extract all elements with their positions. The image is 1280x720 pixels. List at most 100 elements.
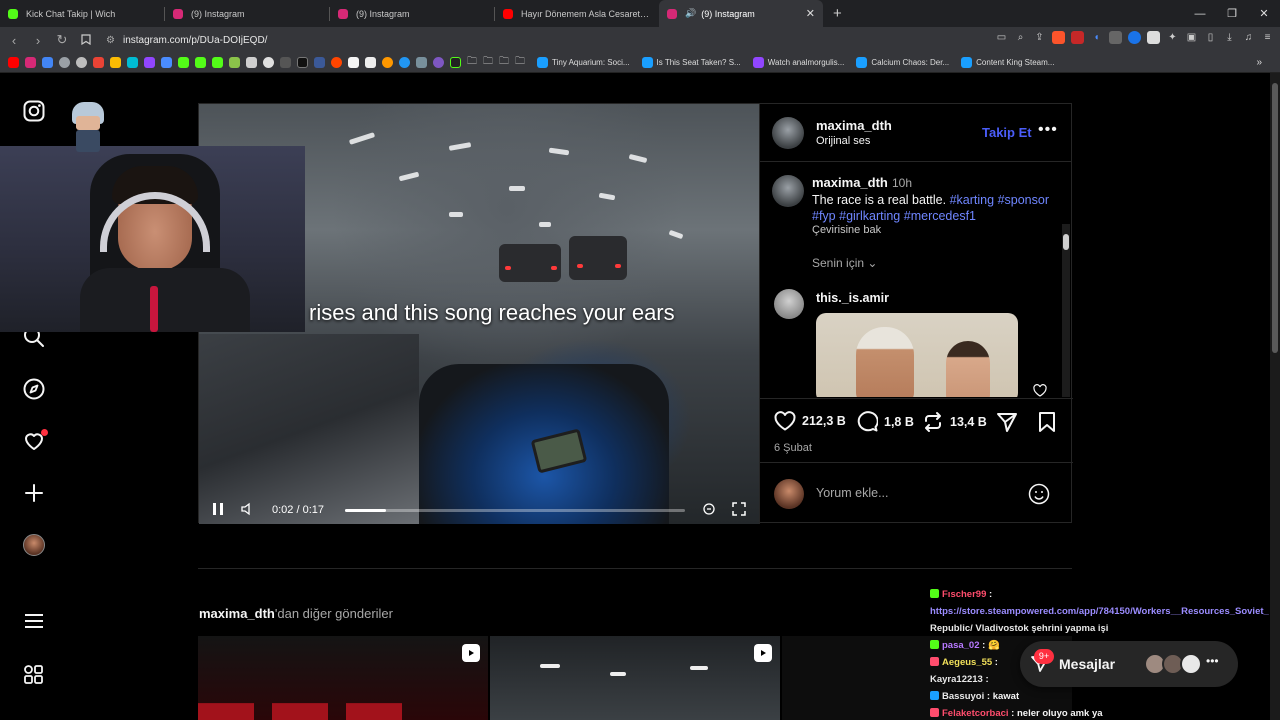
minimize-icon[interactable]: — [1184, 8, 1216, 20]
x-bookmark-icon[interactable] [297, 57, 308, 68]
video-progress-bar[interactable] [345, 509, 685, 512]
instagram-bookmark-icon[interactable] [25, 57, 36, 68]
site-settings-icon[interactable]: ⚙ [106, 35, 115, 46]
bookmark-item[interactable]: Content King Steam... [961, 57, 1054, 68]
see-translation-link[interactable]: Çevirisine bak [812, 224, 881, 236]
explore-compass-icon[interactable] [22, 377, 46, 401]
bookmark-gray2-icon[interactable] [76, 57, 87, 68]
repost-button[interactable]: 13,4 B [922, 411, 987, 433]
more-posts-user[interactable]: maxima_dth [199, 606, 275, 621]
kick-bookmark-icon[interactable] [212, 57, 223, 68]
save-button[interactable] [1038, 411, 1062, 433]
bookmark-green-icon[interactable] [229, 57, 240, 68]
folder-icon[interactable]: 🗀 [467, 54, 477, 71]
bookmark-dark-icon[interactable] [280, 57, 291, 68]
bookmark-purple-icon[interactable] [433, 57, 444, 68]
like-comment-heart-icon[interactable] [1033, 384, 1047, 397]
anchor-bookmark-icon[interactable] [246, 57, 257, 68]
bookmark-item[interactable]: Tiny Aquarium: Soci... [537, 57, 630, 68]
url-field[interactable]: ⚙ instagram.com/p/DUa-DOIjEQD/ [106, 30, 936, 50]
close-window-icon[interactable]: ✕ [1248, 7, 1280, 20]
follow-button[interactable]: Takip Et [982, 125, 1032, 140]
menu-icon[interactable]: ≡ [1261, 31, 1274, 44]
tab-instagram-1[interactable]: (9) Instagram [165, 0, 329, 27]
comment-sort-dropdown[interactable]: Senin için ⌄ [812, 256, 877, 270]
zoom-icon[interactable]: ⌕ [1014, 31, 1027, 44]
create-plus-icon[interactable] [22, 481, 46, 505]
folder-icon[interactable]: 🗀 [483, 54, 493, 71]
comments-scroll-thumb[interactable] [1063, 234, 1069, 250]
bookmark-orange-icon[interactable] [382, 57, 393, 68]
kick-bookmark-icon[interactable] [195, 57, 206, 68]
audio-label[interactable]: Orijinal ses [816, 135, 870, 147]
extension-white-icon[interactable] [1147, 31, 1160, 44]
new-tab-button[interactable]: + [833, 5, 842, 22]
author-avatar[interactable] [772, 117, 804, 149]
hashtag-link[interactable]: #mercedesf1 [904, 209, 976, 223]
pause-icon[interactable] [212, 502, 224, 521]
tab-youtube[interactable]: Hayır Dönemem Asla Cesaretin Varsa [495, 0, 659, 27]
extension-audio-icon[interactable]: ◖ [1090, 31, 1103, 44]
comment-image[interactable] [816, 313, 1018, 397]
youtube-bookmark-icon[interactable] [8, 57, 19, 68]
download-icon[interactable]: ⤓ [1223, 31, 1236, 44]
share-icon[interactable]: ⇪ [1033, 31, 1046, 44]
profile-avatar[interactable] [22, 533, 46, 557]
cast-icon[interactable]: ▭ [995, 31, 1008, 44]
also-from-meta-icon[interactable] [22, 663, 46, 687]
volume-icon[interactable] [240, 502, 254, 521]
post-thumbnail[interactable]: ▬ ▬ ▬ [198, 636, 488, 720]
close-tab-icon[interactable]: ✕ [806, 7, 815, 20]
folder-icon[interactable]: 🗀 [499, 54, 509, 71]
reddit-bookmark-icon[interactable] [331, 57, 342, 68]
extensions-puzzle-icon[interactable]: ✦ [1166, 31, 1179, 44]
hashtag-link[interactable]: #girlkarting [839, 209, 900, 223]
reload-icon[interactable]: ↻ [52, 32, 72, 48]
replay-icon[interactable] [702, 502, 716, 521]
extension-tv-icon[interactable]: ▣ [1185, 31, 1198, 44]
brave-shield-icon[interactable] [1052, 31, 1065, 44]
emoji-icon[interactable] [1028, 483, 1050, 510]
bookmark-item[interactable]: Watch analmorgulis... [752, 57, 844, 68]
gmail-bookmark-icon[interactable] [93, 57, 104, 68]
author-username[interactable]: maxima_dth [816, 118, 892, 133]
like-button[interactable]: 212,3 B [774, 411, 846, 431]
comments-scrollbar[interactable] [1062, 224, 1070, 397]
bookmark-gray3-icon[interactable] [416, 57, 427, 68]
folder-icon[interactable]: 🗀 [515, 54, 525, 71]
sidebar-icon[interactable]: ▯ [1204, 31, 1217, 44]
forward-icon[interactable]: › [28, 33, 48, 48]
bookmark-blue2-icon[interactable] [161, 57, 172, 68]
restore-icon[interactable]: ❐ [1216, 7, 1248, 20]
kick-bookmark-icon[interactable] [450, 57, 461, 68]
more-menu-icon[interactable] [22, 609, 46, 633]
bookmark-blue-icon[interactable] [42, 57, 53, 68]
bookmark-white3-icon[interactable] [365, 57, 376, 68]
tab-instagram-2[interactable]: (9) Instagram [330, 0, 494, 27]
extension-blue-icon[interactable] [1128, 31, 1141, 44]
bookmark-white2-icon[interactable] [348, 57, 359, 68]
comment-button[interactable]: 1,8 B [856, 411, 914, 432]
page-scroll-thumb[interactable] [1272, 83, 1278, 353]
chat-link[interactable]: https://store.steampowered.com/app/78415… [930, 606, 1269, 617]
messages-button[interactable]: 9+ Mesajlar ••• [1020, 641, 1238, 687]
bookmark-blue3-icon[interactable] [314, 57, 325, 68]
instagram-logo-icon[interactable] [22, 99, 46, 123]
media-icon[interactable]: ♫ [1242, 31, 1255, 44]
tab-instagram-active[interactable]: 🔊 (9) Instagram ✕ [659, 0, 823, 27]
kick-bookmark-icon[interactable] [178, 57, 189, 68]
post-thumbnail[interactable] [490, 636, 780, 720]
bookmark-gray-icon[interactable] [59, 57, 70, 68]
extension-red-icon[interactable] [1071, 31, 1084, 44]
caption-username[interactable]: maxima_dth [812, 175, 888, 190]
twitch-bookmark-icon[interactable] [144, 57, 155, 68]
hashtag-link[interactable]: #fyp [812, 209, 836, 223]
commenter-avatar[interactable] [774, 289, 804, 319]
bookmark-icon[interactable] [76, 33, 96, 48]
share-button[interactable] [996, 411, 1024, 433]
bookmark-item[interactable]: Is This Seat Taken? S... [641, 57, 741, 68]
hashtag-link[interactable]: #karting [950, 193, 994, 207]
back-icon[interactable]: ‹ [4, 33, 24, 48]
fullscreen-icon[interactable] [732, 502, 746, 521]
bookmark-white-icon[interactable] [263, 57, 274, 68]
